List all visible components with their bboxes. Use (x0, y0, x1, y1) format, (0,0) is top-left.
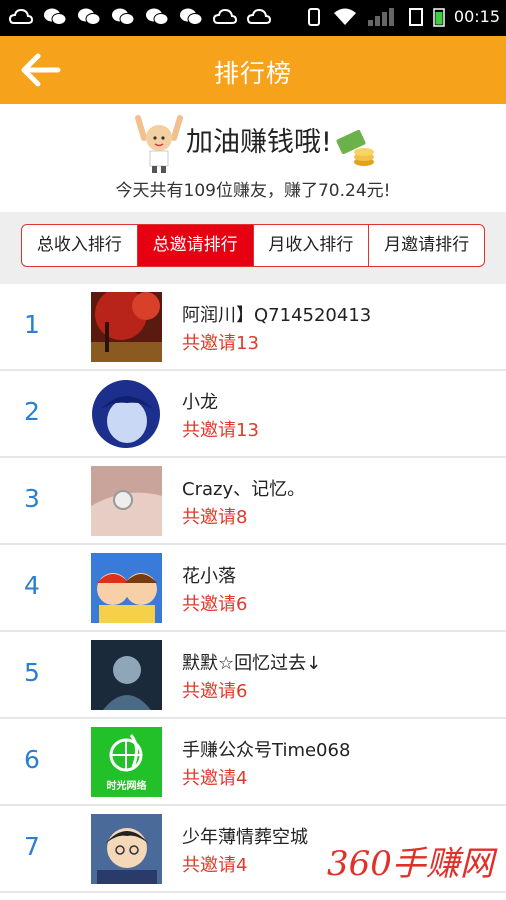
list-item[interactable]: 3 Crazy、记忆。 共邀请8 (0, 458, 506, 545)
money-icon (336, 130, 374, 166)
summary-banner: 加油赚钱哦! 今天共有109位赚友，赚了70.24元! (0, 104, 506, 212)
avatar (91, 814, 162, 884)
user-name: 少年薄情葬空城 (182, 827, 308, 848)
cartoon-couple-avatar-icon (91, 553, 162, 623)
avatar (91, 640, 162, 710)
signal-icon (367, 8, 394, 26)
list-item[interactable]: 4 花小落 共邀请6 (0, 545, 506, 632)
avatar (91, 379, 162, 449)
invite-count: 共邀请6 (182, 594, 248, 615)
avatar (91, 553, 162, 623)
status-bar: 00:15 (0, 0, 506, 36)
invite-count: 共邀请4 (182, 855, 248, 876)
invite-count: 共邀请13 (182, 333, 259, 354)
rank-number: 4 (24, 571, 40, 600)
list-item[interactable]: 2 小龙 共邀请13 (0, 371, 506, 458)
invite-count: 共邀请6 (182, 681, 248, 702)
avatar (91, 466, 162, 536)
cheer-headline: 加油赚钱哦! (186, 127, 332, 158)
avatar-caption: 时光网络 (106, 781, 147, 792)
portrait-avatar-icon (91, 640, 162, 710)
list-item[interactable]: 1 阿润川】Q714520413 共邀请13 (0, 284, 506, 371)
wechat-icon (78, 8, 101, 25)
avatar (91, 292, 162, 362)
wrist-watch-avatar-icon (91, 466, 162, 536)
tab-total-invites[interactable]: 总邀请排行 (137, 225, 254, 266)
rank-number: 1 (24, 310, 40, 339)
rank-number: 5 (24, 658, 40, 687)
user-name: 小龙 (182, 392, 218, 413)
avatar: 时光网络 (91, 727, 162, 797)
cloud-icon (246, 8, 272, 24)
ranking-list: 1 阿润川】Q714520413 共邀请13 2 小龙 共邀请13 3 Craz… (0, 284, 506, 893)
user-name: 花小落 (182, 566, 236, 587)
rank-number: 3 (24, 484, 40, 513)
sim-icon (408, 8, 423, 26)
globe-logo-icon (109, 734, 143, 772)
invite-count: 共邀请13 (182, 420, 259, 441)
user-name: 阿润川】Q714520413 (182, 305, 372, 326)
tab-total-income[interactable]: 总收入排行 (22, 225, 138, 266)
wechat-icon (180, 8, 203, 25)
cloud-icon (212, 8, 238, 24)
anime-boy-avatar-icon (91, 814, 162, 884)
clock: 00:15 (453, 7, 500, 26)
cloud-icon (8, 8, 34, 24)
notification-icons (8, 6, 272, 28)
cheering-kid-icon (135, 115, 183, 173)
rank-number: 2 (24, 397, 40, 426)
ranking-tabs: 总收入排行 总邀请排行 月收入排行 月邀请排行 (21, 224, 485, 267)
page-title: 排行榜 (213, 59, 292, 88)
user-name: Crazy、记忆。 (182, 479, 306, 500)
battery-icon (433, 8, 445, 27)
system-icons: 00:15 (304, 6, 500, 28)
list-item[interactable]: 5 默默☆回忆过去↓ 共邀请6 (0, 632, 506, 719)
summary-text: 今天共有109位赚友，赚了70.24元! (115, 181, 391, 201)
tab-monthly-invites[interactable]: 月邀请排行 (369, 225, 484, 266)
anime-face-avatar-icon (91, 379, 162, 449)
app-bar: 排行榜 (0, 36, 506, 104)
vibrate-icon (307, 8, 320, 26)
user-name: 手赚公众号Time068 (182, 740, 351, 761)
invite-count: 共邀请4 (182, 768, 248, 789)
watermark: 360手赚网 (327, 844, 494, 884)
list-item[interactable]: 6 时光网络 手赚公众号Time068 共邀请4 (0, 719, 506, 806)
wechat-icon (146, 8, 169, 25)
rank-number: 6 (24, 745, 40, 774)
tab-monthly-income[interactable]: 月收入排行 (254, 225, 370, 266)
rank-number: 7 (24, 832, 40, 861)
wifi-icon (333, 8, 356, 25)
wechat-icon (112, 8, 135, 25)
autumn-tree-avatar-icon (91, 292, 162, 362)
wechat-icon (44, 8, 67, 25)
invite-count: 共邀请8 (182, 507, 248, 528)
tab-bar-container: 总收入排行 总邀请排行 月收入排行 月邀请排行 (0, 212, 506, 284)
user-name: 默默☆回忆过去↓ (182, 653, 322, 674)
